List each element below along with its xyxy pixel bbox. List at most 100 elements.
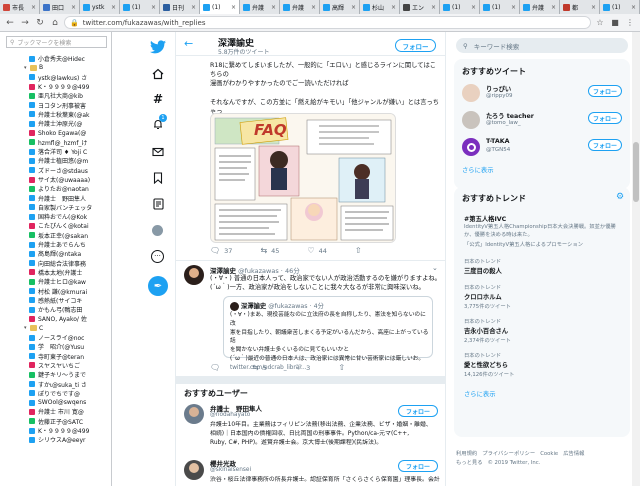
back-icon[interactable]: ← (4, 17, 16, 29)
bookmark-item[interactable]: ノースライ@noc (0, 333, 111, 342)
bookmark-item[interactable]: ズドーさ@stdaus (0, 166, 111, 175)
bookmark-item[interactable]: スヤスヤいちご (0, 361, 111, 370)
tab-close-icon[interactable]: × (431, 4, 436, 11)
tab-close-icon[interactable]: × (271, 4, 276, 11)
browser-tab[interactable]: 都 × (560, 0, 600, 14)
lists-icon[interactable] (153, 198, 164, 210)
scrollbar-thumb[interactable] (633, 142, 639, 202)
bookmark-item[interactable]: 鍵子キリ〜うまで (0, 370, 111, 379)
bookmark-item[interactable]: サイ太(@uwaaaa) (0, 175, 111, 184)
bookmark-folder[interactable]: ▾ C (0, 324, 111, 333)
browser-tab[interactable]: 弁護 × (240, 0, 280, 14)
browser-tab[interactable]: エン × (400, 0, 440, 14)
home-icon[interactable] (152, 68, 164, 80)
bookmark-item[interactable]: よりたお@naotan (0, 184, 111, 193)
bookmark-item[interactable]: 弁護士秋葉東(@ak (0, 110, 111, 119)
browser-tab[interactable]: (1) × (440, 0, 480, 14)
bookmark-item[interactable]: 髙島輝(@ntaka (0, 249, 111, 258)
follow-button[interactable]: フォロー (395, 39, 436, 52)
menu-icon[interactable]: ⋮ (624, 17, 636, 29)
footer-link[interactable]: Cookie (540, 451, 558, 457)
show-more-link[interactable]: さらに表示 (464, 389, 495, 398)
browser-tab[interactable]: ystk × (80, 0, 120, 14)
avatar[interactable] (184, 460, 204, 480)
footer-link[interactable]: プライバシーポリシー (482, 451, 535, 457)
share-action[interactable]: ⇧ (338, 363, 349, 372)
show-more-link[interactable]: さらに表示 (462, 165, 493, 174)
browser-tab[interactable]: (1) × (480, 0, 520, 14)
browser-tab[interactable]: (1) × (600, 0, 640, 14)
trend-item[interactable]: 日本のトレンド 三度目の殺人 (464, 257, 502, 275)
tab-close-icon[interactable]: × (511, 4, 516, 11)
bookmark-item[interactable]: 弁護士 市川 寛@ (0, 407, 111, 416)
bookmark-item[interactable]: Shoko Egawa(@ (0, 128, 111, 137)
bookmark-item[interactable]: 寺町東子@teran (0, 352, 111, 361)
reply-action[interactable]: 🗨 (210, 363, 224, 372)
tab-close-icon[interactable]: × (351, 4, 356, 11)
twitter-search-input[interactable]: ⚲ キーワード検索 (456, 38, 628, 53)
bookmark-item[interactable]: すかι@suka_ti さ (0, 379, 111, 389)
browser-tab[interactable]: 高輝 × (320, 0, 360, 14)
notifications-icon[interactable]: 1 (152, 114, 167, 130)
quoted-tweet[interactable]: 深澤諭史 @fukazawas · 4分 (・∀・)まあ、現役芸能なのに立法府の… (223, 296, 433, 371)
browser-tab[interactable]: 日刊 × (160, 0, 200, 14)
bookmark-item[interactable]: 学 昭介(@Yusu (0, 342, 111, 351)
reload-icon[interactable]: ↻ (34, 17, 46, 29)
bookmark-item[interactable]: SANO, Ayako/ 佐 (0, 314, 111, 323)
follow-button[interactable]: フォロー (398, 405, 438, 417)
follow-button[interactable]: フォロー (398, 460, 438, 472)
tab-close-icon[interactable]: × (231, 4, 236, 11)
twitter-logo-icon[interactable] (150, 40, 166, 54)
avatar[interactable] (462, 111, 480, 129)
browser-tab[interactable]: 弁護 × (520, 0, 560, 14)
bookmark-item[interactable]: SWOol@swqens (0, 398, 111, 407)
tab-close-icon[interactable]: × (311, 4, 316, 11)
bookmark-item[interactable]: ヨコタン刑事被害 (0, 100, 111, 110)
like-action[interactable]: ♡ 3 (295, 363, 310, 372)
bookmark-item[interactable]: 国粋おでん(@Kok (0, 212, 111, 221)
browser-tab[interactable]: (1) × (120, 0, 160, 14)
tab-close-icon[interactable]: × (111, 4, 116, 11)
bookmark-item[interactable]: K・９９９９@499 (0, 426, 111, 435)
bookmark-item[interactable]: hzmfl@_hzmf_け (0, 138, 111, 147)
home-button-icon[interactable]: ⌂ (49, 17, 61, 29)
tab-close-icon[interactable]: × (591, 4, 596, 11)
bookmark-item[interactable]: 弁護士あでらんち (0, 240, 111, 249)
browser-tab[interactable]: 弁護 × (280, 0, 320, 14)
browser-tab[interactable]: 田口 × (40, 0, 80, 14)
bookmark-item[interactable]: 亜凡社大商@kib (0, 91, 111, 100)
profile-icon[interactable] (152, 225, 163, 236)
tab-close-icon[interactable]: × (151, 4, 156, 11)
bookmark-item[interactable]: 村松 謙(@kmurai (0, 286, 111, 296)
bookmark-item[interactable]: 弁護士 野田隼人 (0, 193, 111, 203)
share-action[interactable]: ⇧ (355, 246, 366, 255)
follow-button[interactable]: フォロー (588, 85, 622, 97)
forward-icon[interactable]: → (19, 17, 31, 29)
bookmark-item[interactable]: かもん弓(鴨志田 (0, 305, 111, 314)
tweet-image-manga[interactable]: FAQ (210, 113, 396, 243)
bookmark-item[interactable]: 弁護士植田悠(@m (0, 156, 111, 165)
back-arrow-icon[interactable]: ← (184, 37, 193, 50)
trend-item[interactable]: 日本のトレンド クロロホルム 3,775件のツイート (464, 283, 511, 310)
browser-tab[interactable]: 市長 × (0, 0, 40, 14)
trend-item[interactable]: #第五人格IVC IdentityV第五人格Championship日本大会決勝… (464, 213, 624, 248)
bookmark-item[interactable]: 弁護士ヒロ@kaw (0, 277, 111, 286)
compose-tweet-icon[interactable]: ✒ (148, 276, 168, 296)
avatar[interactable] (184, 265, 204, 285)
footer-link[interactable]: もっと見る (456, 460, 483, 466)
bookmark-search-input[interactable]: ⚲ ブックマークを検索 (6, 36, 107, 48)
hashtag-icon[interactable]: # (153, 92, 163, 106)
bookmark-item[interactable]: 坂本正幸(@sakan (0, 231, 111, 240)
star-icon[interactable]: ☆ (594, 17, 606, 29)
bookmark-folder[interactable]: ▾ B (0, 63, 111, 72)
tab-close-icon[interactable]: × (471, 4, 476, 11)
tab-close-icon[interactable]: × (391, 4, 396, 11)
bookmark-item[interactable]: ぽりでちです@ (0, 389, 111, 398)
retweet-action[interactable]: ⇆ 45 (260, 246, 279, 255)
bookmarks-icon[interactable] (153, 172, 163, 184)
tab-close-icon[interactable]: × (31, 4, 36, 11)
avatar[interactable] (184, 404, 204, 424)
bookmark-item[interactable]: K・９９９９@499 (0, 82, 111, 91)
tab-close-icon[interactable]: × (191, 4, 196, 11)
browser-tab[interactable]: (1) × (200, 0, 240, 14)
